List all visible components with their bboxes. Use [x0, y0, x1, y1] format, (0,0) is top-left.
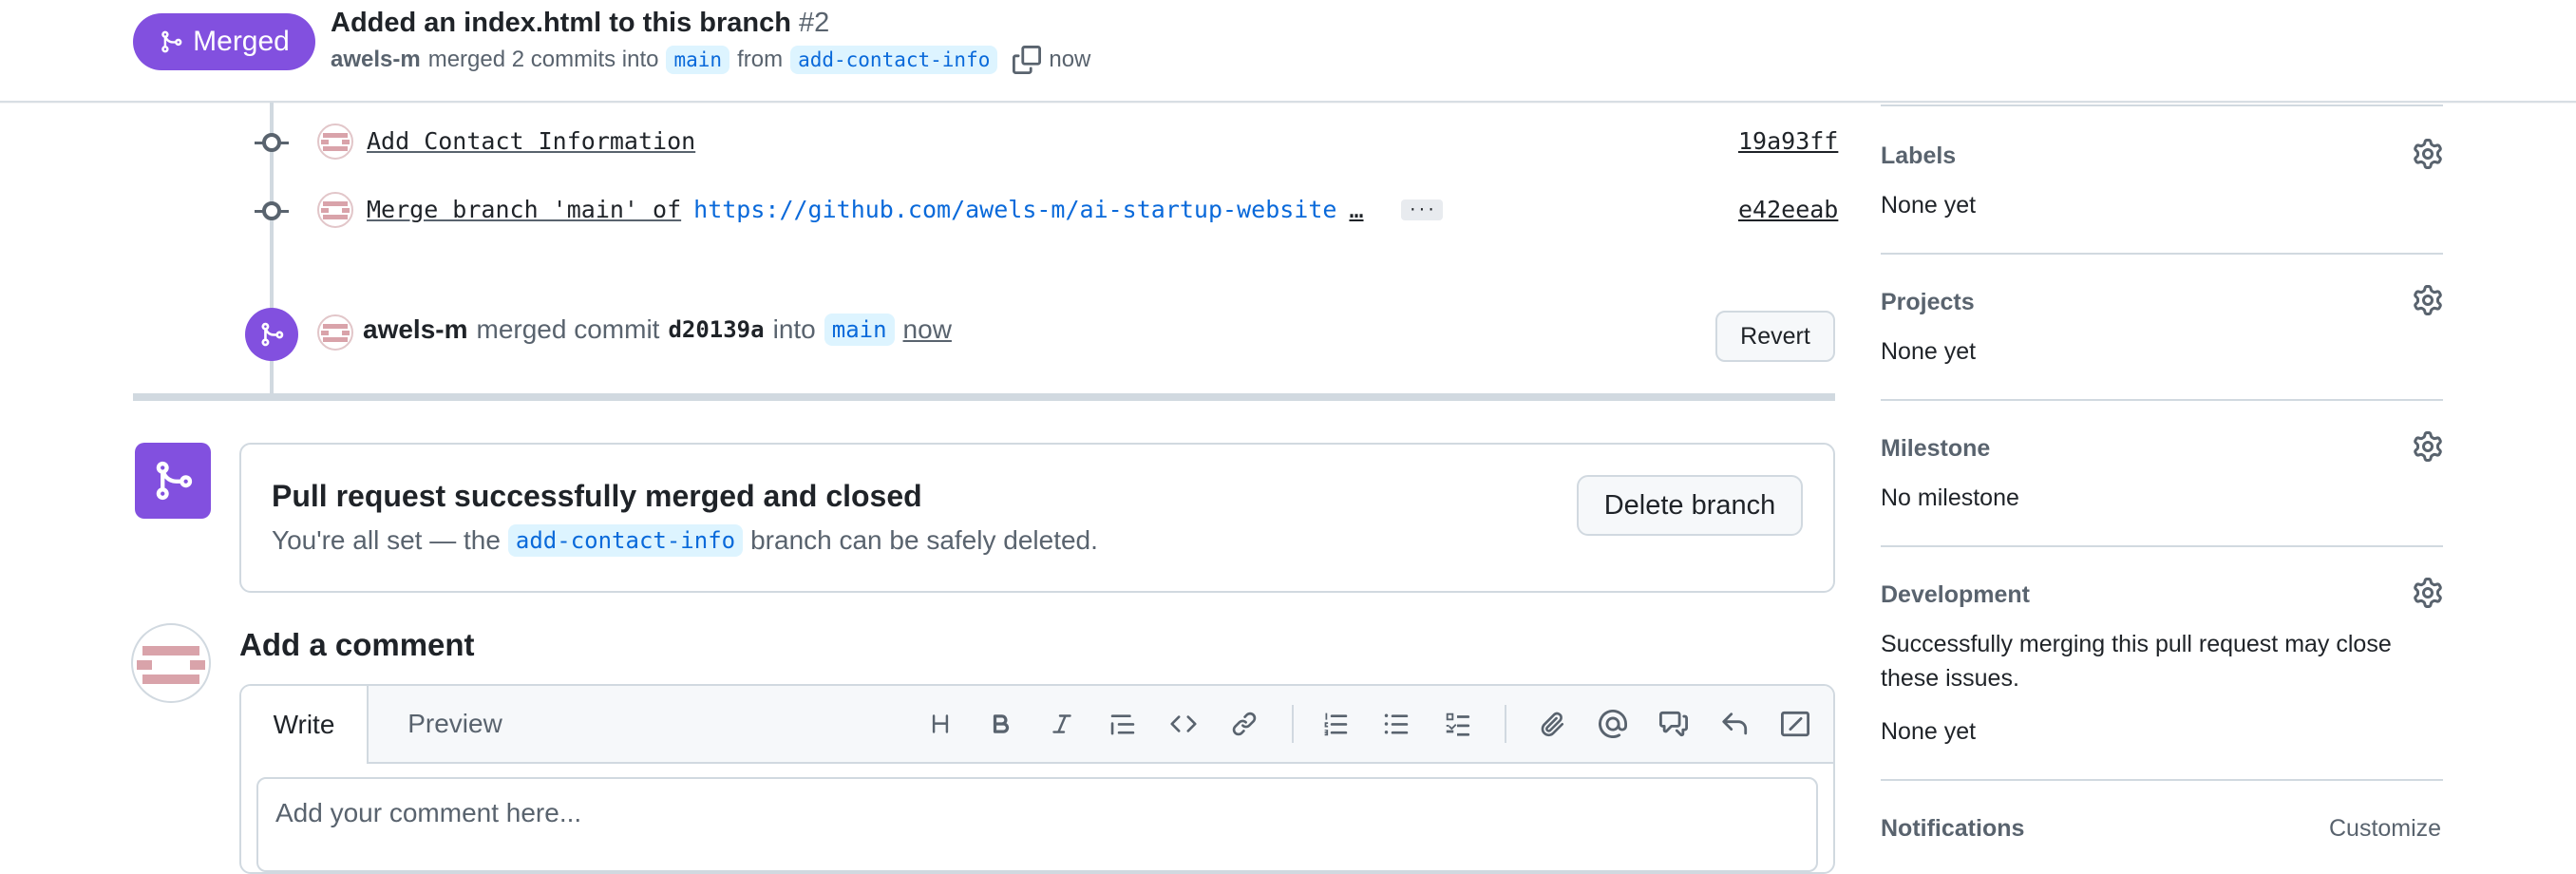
- merged-box-desc-prefix: You're all set — the: [272, 525, 501, 555]
- sidebar-projects-value: None yet: [1881, 338, 1977, 365]
- avatar[interactable]: [317, 192, 353, 228]
- comment-toolbar: Write Preview: [241, 686, 1833, 764]
- sidebar-divider: [1881, 253, 2443, 255]
- timeline-divider: [133, 393, 1835, 401]
- pr-subtitle: awels-m merged 2 commits into main from …: [331, 46, 1090, 74]
- tab-write[interactable]: Write: [241, 686, 369, 764]
- commit-link[interactable]: https://github.com/awels-m/ai-startup-we…: [693, 196, 1336, 223]
- bold-icon[interactable]: [984, 707, 1018, 741]
- merged-status-badge: Merged: [133, 13, 315, 70]
- merged-box-icon: [135, 443, 211, 519]
- gear-icon[interactable]: [2413, 285, 2443, 315]
- pr-title-text: Added an index.html to this branch: [331, 8, 791, 38]
- comment-box: Write Preview Add your comment here...: [239, 684, 1835, 874]
- sidebar-development-description: Successfully merging this pull request m…: [1881, 631, 2392, 692]
- heading-icon[interactable]: [923, 707, 957, 741]
- merge-text: merged commit: [476, 314, 660, 344]
- commit-sha[interactable]: 19a93ff: [1738, 127, 1838, 155]
- quote-icon[interactable]: [1106, 707, 1140, 741]
- reference-icon[interactable]: [1657, 707, 1691, 741]
- commit-message[interactable]: Add Contact Information: [367, 127, 695, 155]
- merged-box-branch[interactable]: add-contact-info: [507, 524, 744, 557]
- merge-icon: [156, 461, 193, 501]
- pr-title: Added an index.html to this branch #2: [331, 8, 829, 39]
- commit-icon: [262, 201, 281, 220]
- merged-status-label: Merged: [193, 26, 290, 57]
- pr-from-text: from: [737, 47, 784, 72]
- pr-number: #2: [799, 8, 830, 38]
- pr-merged-text: merged 2 commits into: [427, 47, 659, 72]
- revert-button[interactable]: Revert: [1715, 311, 1835, 362]
- comment-textarea[interactable]: Add your comment here...: [256, 777, 1818, 872]
- sidebar-labels-heading[interactable]: Labels: [1881, 142, 1956, 170]
- merged-box-desc-suffix: branch can be safely deleted.: [750, 525, 1098, 555]
- commit-message[interactable]: Merge branch 'main' of: [367, 196, 681, 223]
- commit-message-row: Merge branch 'main' of https://github.co…: [367, 196, 1444, 223]
- code-icon[interactable]: [1166, 707, 1201, 741]
- merge-time[interactable]: now: [903, 314, 952, 345]
- avatar[interactable]: [317, 314, 353, 351]
- commit-icon: [262, 133, 281, 152]
- merge-event-text: awels-m merged commit d20139a into main …: [363, 314, 952, 346]
- delete-branch-button[interactable]: Delete branch: [1577, 475, 1803, 536]
- merge-icon: [261, 322, 284, 347]
- merge-commit-sha[interactable]: d20139a: [668, 316, 764, 343]
- expand-commit-button[interactable]: ···: [1400, 199, 1444, 220]
- sidebar-divider: [1881, 104, 2443, 106]
- sidebar-divider: [1881, 399, 2443, 401]
- pr-author[interactable]: awels-m: [331, 47, 421, 73]
- italic-icon[interactable]: [1045, 707, 1079, 741]
- sidebar-projects-heading[interactable]: Projects: [1881, 289, 1975, 316]
- head-branch[interactable]: add-contact-info: [790, 46, 998, 74]
- avatar[interactable]: [131, 623, 211, 703]
- tab-preview[interactable]: Preview: [384, 686, 526, 762]
- merge-icon: [161, 30, 182, 53]
- sidebar-labels-value: None yet: [1881, 192, 1977, 218]
- merge-into-text: into: [772, 314, 816, 344]
- merge-author[interactable]: awels-m: [363, 314, 468, 345]
- merge-event-icon: [245, 308, 298, 361]
- task-list-icon[interactable]: [1440, 707, 1474, 741]
- bulleted-list-icon[interactable]: [1379, 707, 1413, 741]
- attach-icon[interactable]: [1535, 707, 1569, 741]
- gear-icon[interactable]: [2413, 578, 2443, 608]
- commit-sha[interactable]: e42eeab: [1738, 196, 1838, 223]
- toolbar-divider: [1292, 705, 1294, 743]
- sidebar-milestone-heading[interactable]: Milestone: [1881, 435, 1990, 463]
- sidebar-notifications-heading: Notifications: [1881, 815, 2025, 842]
- base-branch[interactable]: main: [666, 46, 730, 74]
- merged-box-title: Pull request successfully merged and clo…: [272, 479, 922, 513]
- merge-branch[interactable]: main: [824, 314, 895, 346]
- gear-icon[interactable]: [2413, 431, 2443, 462]
- toolbar-divider: [1505, 705, 1506, 743]
- link-icon[interactable]: [1227, 707, 1261, 741]
- customize-notifications-link[interactable]: Customize: [2329, 815, 2441, 843]
- avatar[interactable]: [317, 124, 353, 160]
- sidebar-development-value: None yet: [1881, 718, 1977, 745]
- copy-icon[interactable]: [1013, 46, 1042, 74]
- commit-ellipsis[interactable]: …: [1349, 196, 1363, 223]
- merged-box-description: You're all set — the add-contact-info br…: [272, 524, 1098, 557]
- sidebar-divider: [1881, 779, 2443, 781]
- add-comment-heading: Add a comment: [239, 627, 475, 662]
- sidebar-development-heading[interactable]: Development: [1881, 581, 2030, 609]
- sidebar-milestone-value: No milestone: [1881, 484, 2019, 511]
- gear-icon[interactable]: [2413, 139, 2443, 169]
- sticky-header: Merged Added an index.html to this branc…: [0, 0, 2576, 103]
- mention-icon[interactable]: [1596, 707, 1630, 741]
- slash-command-icon[interactable]: [1778, 707, 1812, 741]
- reply-icon[interactable]: [1717, 707, 1752, 741]
- numbered-list-icon[interactable]: [1318, 707, 1353, 741]
- sidebar-divider: [1881, 545, 2443, 547]
- pr-time: now: [1049, 47, 1091, 72]
